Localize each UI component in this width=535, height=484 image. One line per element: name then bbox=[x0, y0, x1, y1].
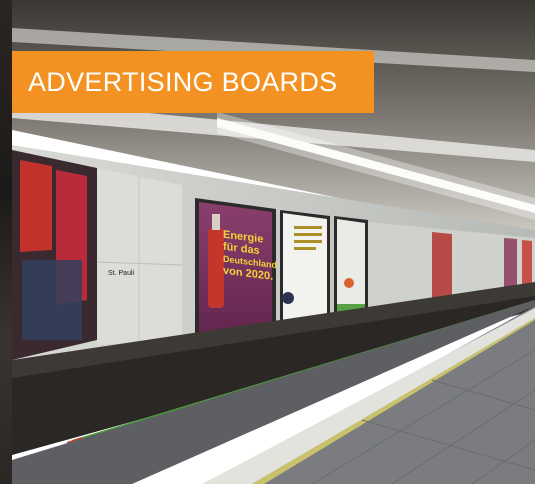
poster-text-lines bbox=[294, 240, 322, 243]
poster-text-lines bbox=[294, 233, 322, 236]
poster-fruit bbox=[344, 278, 354, 288]
far-ad bbox=[504, 238, 517, 293]
banner-title: ADVERTISING BOARDS bbox=[28, 66, 338, 97]
station-sign: St. Pauli bbox=[108, 270, 135, 277]
far-ad bbox=[522, 240, 532, 290]
poster-bottle-neck bbox=[212, 214, 220, 230]
poster-logo bbox=[282, 292, 294, 304]
far-ad bbox=[432, 232, 452, 304]
photo-left-border bbox=[0, 0, 12, 484]
title-banner: ADVERTISING BOARDS bbox=[12, 51, 374, 113]
poster-text-lines bbox=[294, 226, 322, 229]
poster-bottle bbox=[208, 228, 224, 308]
left-advert-blue bbox=[22, 260, 82, 340]
poster-text-lines bbox=[294, 247, 316, 250]
poster-headline: Energie für das Deutschland von 2020. bbox=[223, 229, 277, 284]
left-advert-red bbox=[20, 160, 52, 252]
